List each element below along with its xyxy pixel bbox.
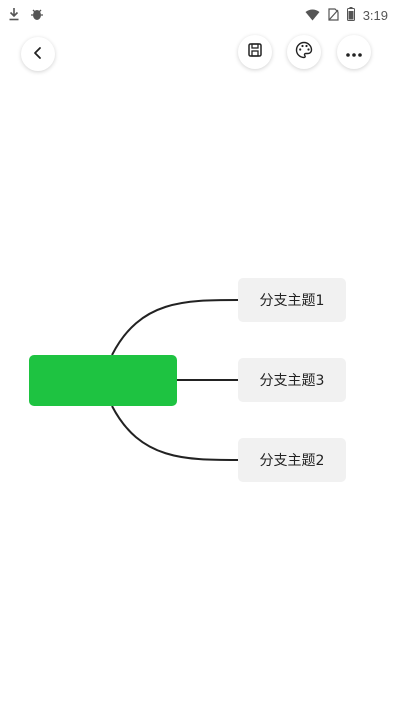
branch-topic-label: 分支主题1 [259,293,325,309]
connector-branch-1 [111,299,239,356]
branch-topic-2[interactable]: 分支主题2 [238,438,346,482]
branch-topic-3[interactable]: 分支主题3 [238,358,346,402]
branch-topic-1[interactable]: 分支主题1 [238,278,346,322]
connector-branch-2 [111,405,239,461]
branch-topic-label: 分支主题3 [259,373,325,389]
root-topic-node[interactable] [29,355,177,406]
mind-map-editor: 3:19 分支主题1 分支主题3 分支主题2 [0,0,400,713]
branch-topic-label: 分支主题2 [259,453,325,469]
